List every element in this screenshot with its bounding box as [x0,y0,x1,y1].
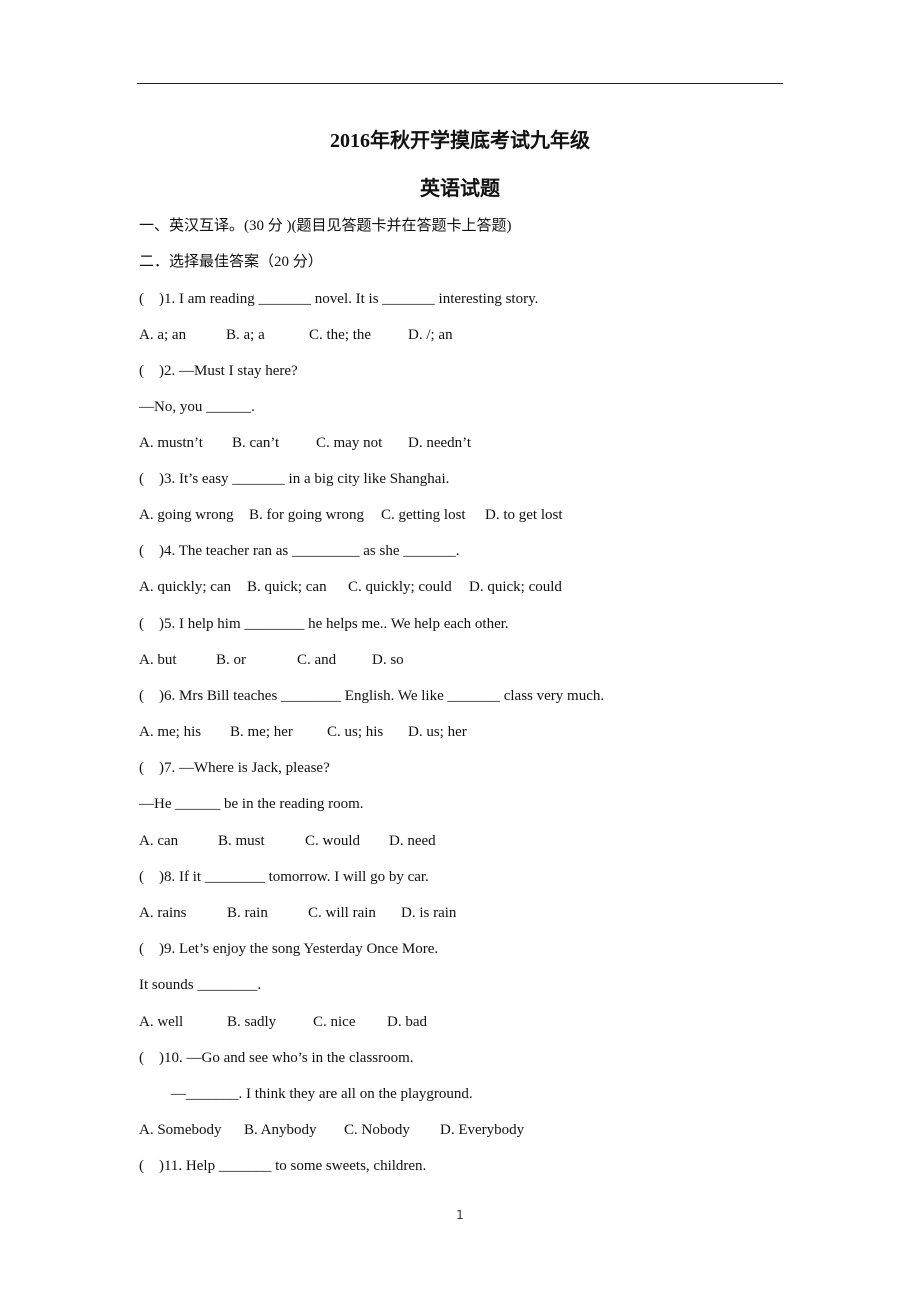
q8-option-d: D. is rain [401,905,457,921]
q4-option-c: C. quickly; could [348,579,452,595]
q8-option-b: B. rain [227,905,268,921]
q3-option-d: D. to get lost [485,507,563,523]
q3-option-b: B. for going wrong [249,507,364,523]
q7-option-b: B. must [218,833,265,849]
header-rule [137,83,783,84]
q8-option-a: A. rains [139,905,187,921]
question-7-stem: ( )7. —Where is Jack, please? [139,760,330,776]
question-6-stem: ( )6. Mrs Bill teaches ________ English.… [139,688,605,704]
q10-option-b: B. Anybody [244,1122,317,1138]
question-3-stem: ( )3. It’s easy _______ in a big city li… [139,471,450,487]
q4-option-d: D. quick; could [469,579,562,595]
q2-option-d: D. needn’t [408,435,472,451]
document-subtitle: 英语试题 [420,178,500,200]
q2-option-a: A. mustn’t [139,435,203,451]
document-title: 2016年秋开学摸底考试九年级 [330,130,590,152]
section-2-heading: 二．选择最佳答案（20 分） [139,254,323,270]
q10-option-c: C. Nobody [344,1122,410,1138]
q2-option-c: C. may not [316,435,383,451]
q1-option-d: D. /; an [408,327,453,343]
q10-option-a: A. Somebody [139,1122,222,1138]
q6-option-d: D. us; her [408,724,467,740]
q7-option-a: A. can [139,833,179,849]
q10-option-d: D. Everybody [440,1122,525,1138]
q6-option-c: C. us; his [327,724,384,740]
q5-option-a: A. but [139,652,177,668]
question-11-stem: ( )11. Help _______ to some sweets, chil… [139,1158,427,1174]
question-2-stem-line2: —No, you ______. [139,399,255,415]
page-number: 1 [456,1208,464,1222]
q1-option-c: C. the; the [309,327,372,343]
q9-option-b: B. sadly [227,1014,277,1030]
question-2-stem: ( )2. —Must I stay here? [139,363,298,379]
q9-option-a: A. well [139,1014,184,1030]
question-9-stem: ( )9. Let’s enjoy the song Yesterday Onc… [139,941,439,957]
q5-option-d: D. so [372,652,404,668]
q1-option-b: B. a; a [226,327,265,343]
question-4-stem: ( )4. The teacher ran as _________ as sh… [139,543,460,559]
q3-option-c: C. getting lost [381,507,466,523]
q6-option-b: B. me; her [230,724,293,740]
q9-option-c: C. nice [313,1014,356,1030]
q9-option-d: D. bad [387,1014,427,1030]
question-10-stem-line2: —_______. I think they are all on the pl… [171,1086,473,1102]
q7-option-d: D. need [389,833,436,849]
q5-option-c: C. and [297,652,337,668]
q3-option-a: A. going wrong [139,507,234,523]
q7-option-c: C. would [305,833,361,849]
question-10-stem: ( )10. —Go and see who’s in the classroo… [139,1050,414,1066]
section-1-heading: 一、英汉互译。(30 分 )(题目见答题卡并在答题卡上答题) [139,218,512,234]
q4-option-b: B. quick; can [247,579,327,595]
question-8-stem: ( )8. If it ________ tomorrow. I will go… [139,869,429,885]
question-5-stem: ( )5. I help him ________ he helps me.. … [139,616,509,632]
question-9-stem-line2: It sounds ________. [139,977,262,993]
q4-option-a: A. quickly; can [139,579,232,595]
q6-option-a: A. me; his [139,724,202,740]
q5-option-b: B. or [216,652,246,668]
question-7-stem-line2: —He ______ be in the reading room. [139,796,364,812]
question-1-stem: ( )1. I am reading _______ novel. It is … [139,291,539,307]
q1-option-a: A. a; an [139,327,187,343]
q2-option-b: B. can’t [232,435,280,451]
q8-option-c: C. will rain [308,905,376,921]
